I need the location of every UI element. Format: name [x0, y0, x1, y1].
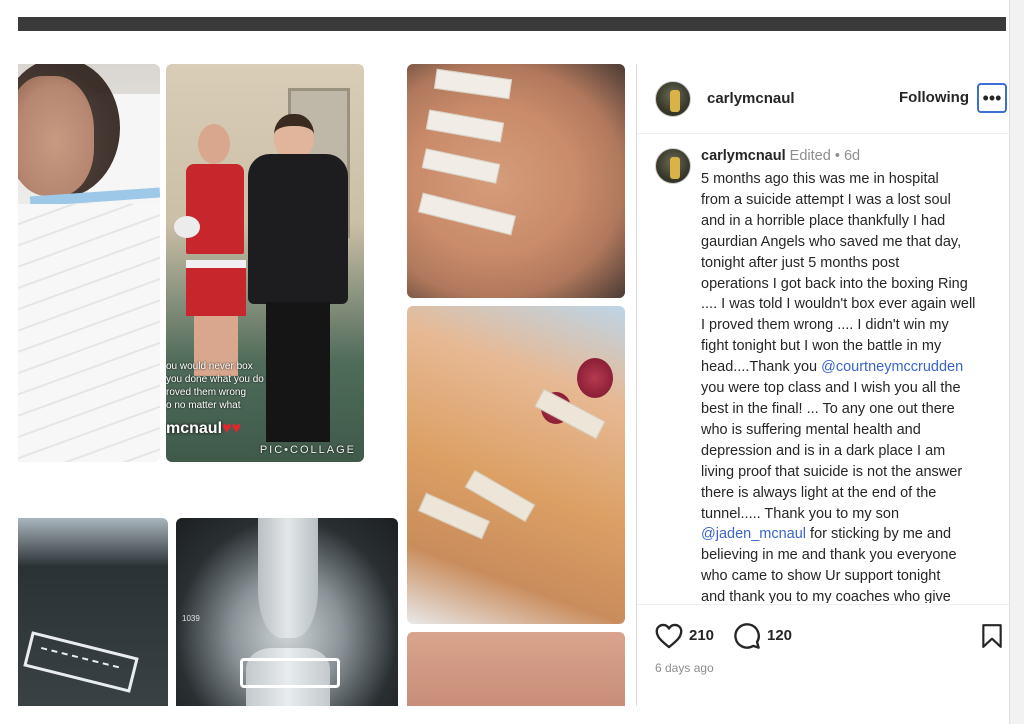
mention-link[interactable]: @jaden_mcnaul [701, 526, 806, 542]
meta-separator: • [834, 148, 840, 164]
top-bar [18, 17, 1006, 31]
following-button[interactable]: Following [899, 89, 969, 106]
scar-photo [407, 64, 625, 298]
more-options-button[interactable]: ••• [977, 83, 1007, 113]
edited-label: Edited [789, 148, 831, 164]
comment-icon[interactable] [733, 622, 761, 650]
like-count: 210 [689, 627, 715, 644]
bookmark-icon[interactable] [981, 623, 1003, 649]
caption-header: carlymcnaul Edited • 6d [701, 148, 860, 164]
skin-photo [407, 632, 625, 706]
hospital-photo [18, 64, 160, 462]
avatar[interactable] [655, 81, 691, 117]
mention-link[interactable]: @courtneymccrudden [821, 359, 963, 375]
post-side-panel: carlymcnaul Following ••• carlymcnaul Ed… [636, 64, 1009, 706]
post-time: 6 days ago [655, 661, 714, 675]
caption-username[interactable]: carlymcnaul [701, 148, 786, 164]
hearts-icon: ♥♥ [222, 420, 241, 437]
collage-watermark: PIC•COLLAGE [259, 444, 356, 456]
caption-area[interactable]: carlymcnaul Edited • 6d 5 months ago thi… [637, 135, 1009, 603]
window-edge [1009, 0, 1024, 724]
comment-count: 120 [767, 627, 793, 644]
ellipsis-icon: ••• [982, 88, 1002, 108]
xray-photo-2: 1039 [176, 518, 398, 706]
boxing-photo: ou would never box you done what you do … [166, 64, 364, 462]
xray-photo-1 [18, 518, 168, 706]
post-media-collage[interactable]: ou would never box you done what you do … [18, 64, 634, 706]
post-actions: 210 120 6 days ago [637, 604, 1009, 706]
story-caption: ou would never box you done what you do … [166, 361, 264, 411]
wound-photo [407, 306, 625, 624]
header-username[interactable]: carlymcnaul [707, 90, 795, 107]
post-header: carlymcnaul Following ••• [637, 64, 1009, 134]
story-name: mcnaul [166, 420, 223, 437]
xray-marker: 1039 [182, 614, 200, 623]
caption-text: 5 months ago this was me in hospital fro… [701, 171, 976, 603]
caption-avatar[interactable] [655, 148, 691, 184]
caption-age: 6d [843, 148, 861, 164]
heart-icon[interactable] [655, 623, 683, 649]
